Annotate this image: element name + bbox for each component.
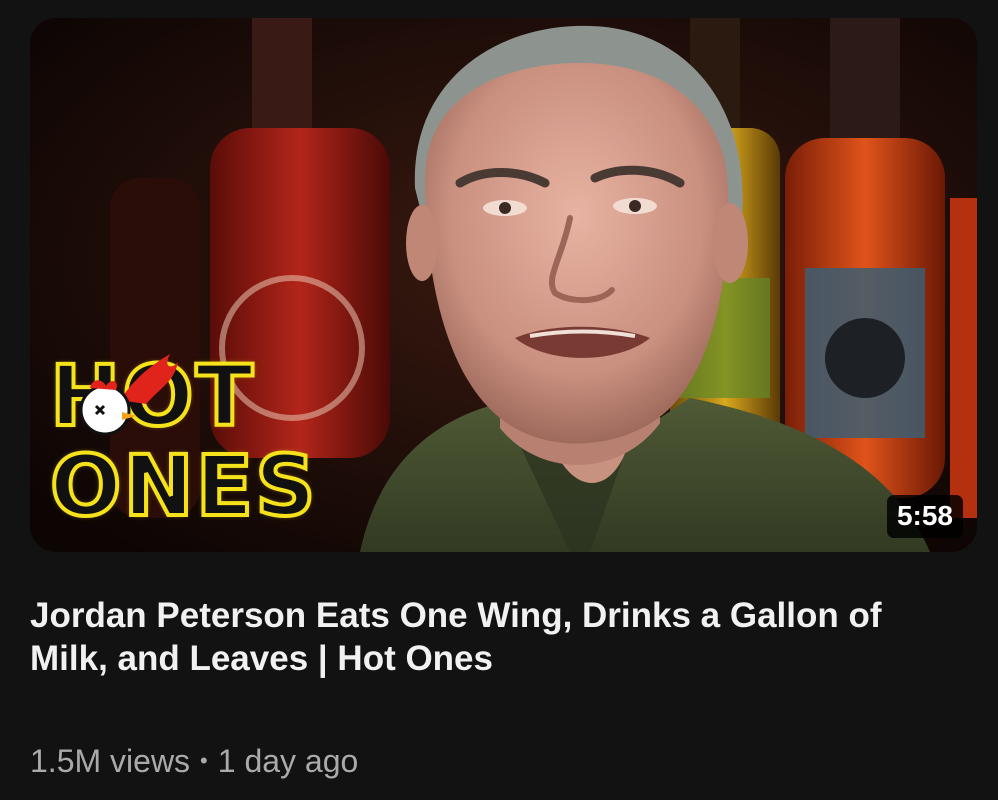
hot-ones-logo: HOT ONES	[48, 348, 320, 538]
video-title[interactable]: Jordan Peterson Eats One Wing, Drinks a …	[30, 594, 960, 680]
meta-separator: •	[200, 748, 208, 773]
duration-badge: 5:58	[886, 495, 963, 538]
video-card[interactable]: HOT ONES 5:58 Jordan Peterson Eats One W…	[0, 0, 998, 800]
video-thumbnail[interactable]: HOT ONES 5:58	[30, 18, 977, 552]
upload-age: 1 day ago	[217, 743, 359, 779]
chicken-mascot-icon	[79, 354, 178, 436]
video-metadata: 1.5M views • 1 day ago	[30, 741, 358, 781]
view-count: 1.5M views	[30, 743, 191, 779]
